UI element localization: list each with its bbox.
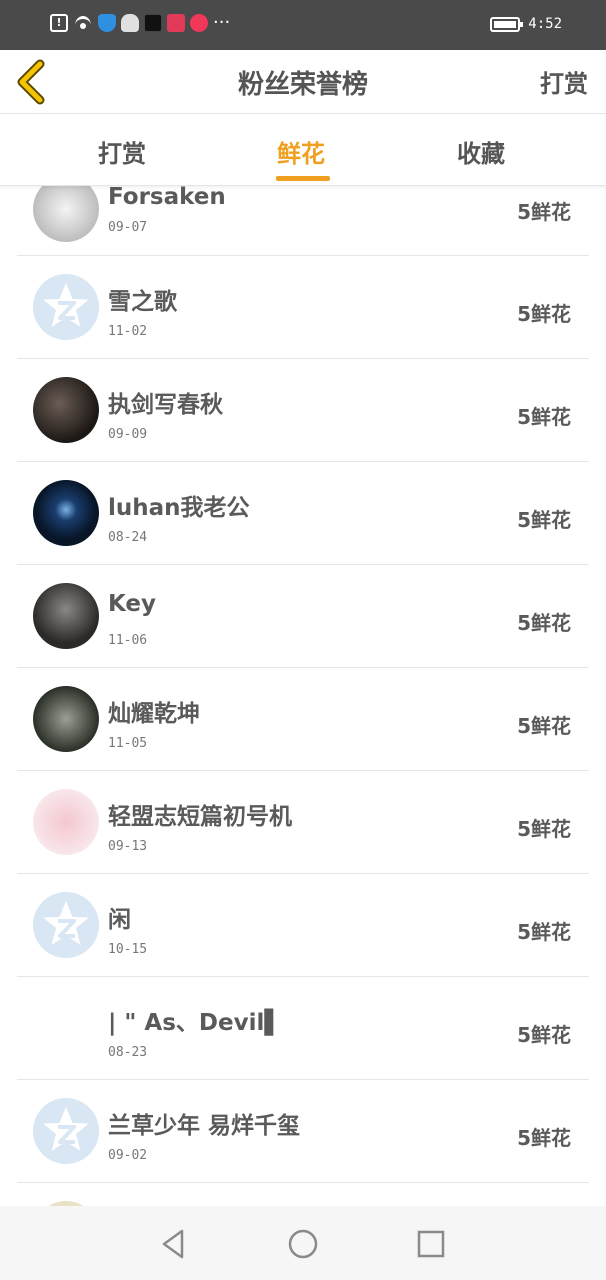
fan-name: Key <box>108 591 157 617</box>
fan-date: 09-02 <box>108 1148 148 1163</box>
fan-list-item[interactable]: | " As、Devil▌ 08-23 5鲜花 <box>17 977 589 1080</box>
wifi-icon <box>73 14 93 32</box>
fan-date: 08-24 <box>108 530 148 545</box>
fan-name: 雪之歌 <box>108 289 177 315</box>
flower-count: 5鲜花 <box>517 200 571 224</box>
more-notifications-icon: ··· <box>213 12 231 33</box>
tab-favorites[interactable]: 收藏 <box>457 134 505 169</box>
fan-list-item[interactable]: 闲 10-15 5鲜花 <box>17 874 589 977</box>
fan-list-item[interactable]: Key 11-06 5鲜花 <box>17 565 589 668</box>
avatar[interactable] <box>33 274 99 340</box>
avatar[interactable] <box>33 892 99 958</box>
fan-date: 11-05 <box>108 736 148 751</box>
triangle-back-icon <box>162 1229 184 1259</box>
fan-name: 灿耀乾坤 <box>108 701 200 727</box>
status-bar: ! ··· 4:52 <box>0 0 606 50</box>
flower-count: 5鲜花 <box>517 1126 571 1150</box>
flower-count: 5鲜花 <box>517 714 571 738</box>
battery-icon <box>490 16 524 32</box>
active-tab-indicator <box>276 176 330 181</box>
circle-home-icon <box>288 1229 318 1259</box>
fan-list-item[interactable]: luhan我老公 08-24 5鲜花 <box>17 462 589 565</box>
clock: 4:52 <box>528 16 562 32</box>
avatar[interactable] <box>33 583 99 649</box>
fan-list[interactable]: Forsaken 09-07 5鲜花 雪之歌 11-02 5鲜花 执剑写春秋 09-09 5鲜花… <box>17 150 589 1206</box>
fan-name: 兰草少年 易烊千玺 <box>108 1113 301 1139</box>
qq-icon <box>121 14 139 32</box>
fan-date: 09-13 <box>108 839 148 854</box>
avatar[interactable] <box>33 789 99 855</box>
system-recents-button[interactable] <box>415 1228 447 1260</box>
tip-button[interactable]: 打赏 <box>540 64 588 99</box>
fan-date: 11-06 <box>108 633 148 648</box>
flower-count: 5鲜花 <box>517 405 571 429</box>
system-back-button[interactable] <box>158 1228 190 1260</box>
fan-date: 11-02 <box>108 324 148 339</box>
system-navigation-bar <box>0 1206 606 1280</box>
avatar[interactable] <box>33 480 99 546</box>
fan-name: Forsaken <box>108 184 226 210</box>
qq-default-avatar-icon <box>43 901 89 945</box>
tab-bar: 打赏 鲜花 收藏 <box>0 114 606 186</box>
qq-default-avatar-icon <box>43 283 89 327</box>
tab-tips[interactable]: 打赏 <box>98 134 146 169</box>
flower-count: 5鲜花 <box>517 611 571 635</box>
page-title: 粉丝荣誉榜 <box>237 70 368 100</box>
fan-date: 08-23 <box>108 1045 148 1060</box>
system-home-button[interactable] <box>287 1228 319 1260</box>
fan-name: | " As、Devil▌ <box>108 1010 283 1036</box>
fan-list-item[interactable]: 兰草少年 易烊千玺 09-02 5鲜花 <box>17 1080 589 1183</box>
avatar[interactable] <box>33 1098 99 1164</box>
tab-flowers[interactable]: 鲜花 <box>277 134 325 169</box>
fan-name: luhan我老公 <box>108 495 250 521</box>
qq-default-avatar-icon <box>43 1107 89 1151</box>
alert-icon: ! <box>50 14 68 32</box>
app-notification-icon <box>190 14 208 32</box>
flower-count: 5鲜花 <box>517 817 571 841</box>
tiktok-icon <box>144 14 162 32</box>
fan-date: 09-09 <box>108 427 148 442</box>
flower-count: 5鲜花 <box>517 302 571 326</box>
fan-name: 执剑写春秋 <box>108 392 223 418</box>
square-recents-icon <box>417 1230 445 1258</box>
fan-date: 09-07 <box>108 220 148 235</box>
flower-count: 5鲜花 <box>517 508 571 532</box>
fan-list-item[interactable]: 轻盟志短篇初号机 09-13 5鲜花 <box>17 771 589 874</box>
status-icons: ! ··· <box>50 14 230 32</box>
fan-list-item[interactable]: 雪之歌 11-02 5鲜花 <box>17 256 589 359</box>
flower-count: 5鲜花 <box>517 920 571 944</box>
fan-name: 闲 <box>108 907 131 933</box>
shield-icon <box>98 14 116 32</box>
calendar-icon <box>167 14 185 32</box>
fan-name: 轻盟志短篇初号机 <box>108 804 292 830</box>
navigation-bar: 粉丝荣誉榜 打赏 <box>0 50 606 114</box>
avatar[interactable] <box>33 686 99 752</box>
fan-list-item[interactable] <box>17 1183 589 1206</box>
fan-list-item[interactable]: 灿耀乾坤 11-05 5鲜花 <box>17 668 589 771</box>
avatar[interactable] <box>33 377 99 443</box>
flower-count: 5鲜花 <box>517 1023 571 1047</box>
fan-date: 10-15 <box>108 942 148 957</box>
fan-list-item[interactable]: 执剑写春秋 09-09 5鲜花 <box>17 359 589 462</box>
avatar[interactable] <box>33 995 99 1061</box>
